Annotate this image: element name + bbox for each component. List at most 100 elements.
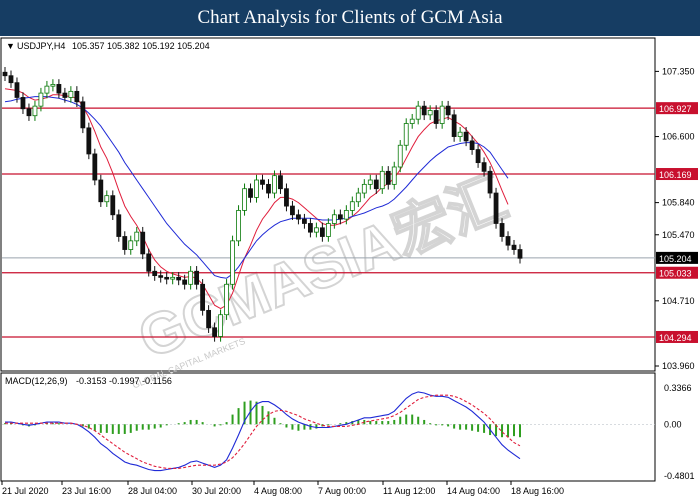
candle-28: [170, 276, 176, 280]
candle-15: [92, 153, 98, 181]
page-title: Chart Analysis for Clients of GCM Asia: [197, 7, 503, 28]
candle-66: [397, 144, 403, 168]
candle-19: [116, 214, 122, 237]
macd-tick-2: -0.4801: [664, 471, 695, 481]
candle-81: [487, 170, 493, 194]
candle-32: [194, 270, 200, 285]
candle-68: [409, 118, 415, 124]
candle-37: [224, 283, 229, 316]
candle-26: [158, 275, 164, 278]
macd-label: MACD(12,26,9): [5, 376, 68, 386]
candle-43: [260, 179, 265, 185]
candle-65: [391, 166, 397, 185]
candle-74: [445, 105, 451, 116]
candle-60: [361, 183, 367, 194]
symbol-label: USDJPY,H4: [17, 41, 65, 51]
candle-6: [38, 92, 44, 107]
candle-47: [284, 188, 289, 207]
candle-79: [475, 149, 481, 164]
time-tick-4: 4 Aug 08:00: [254, 486, 302, 496]
level-label-0: 106.927: [659, 104, 692, 114]
candle-73: [439, 105, 445, 124]
candle-35: [212, 327, 217, 337]
candle-44: [266, 183, 271, 194]
candle-25: [152, 270, 158, 277]
time-tick-7: 14 Aug 04:00: [447, 486, 500, 496]
level-label-3: 104.294: [659, 333, 692, 343]
candle-12: [74, 90, 80, 103]
candle-21: [128, 240, 134, 250]
candle-67: [403, 123, 409, 146]
price-tick-0: 107.350: [662, 66, 695, 76]
candle-56: [337, 214, 343, 220]
time-tick-2: 28 Jul 04:00: [128, 486, 177, 496]
candle-22: [134, 231, 140, 242]
candle-54: [325, 223, 331, 237]
time-tick-1: 23 Jul 16:00: [62, 486, 111, 496]
candle-17: [104, 195, 110, 203]
time-tick-0: 21 Jul 2020: [2, 486, 49, 496]
candle-48: [290, 205, 295, 216]
chart-svg: GCMASIA宏汇 GLOBAL CAPITAL MARKETS 106.927…: [0, 37, 698, 496]
candle-45: [272, 175, 277, 194]
time-tick-3: 30 Jul 20:00: [192, 486, 241, 496]
candle-10: [62, 92, 68, 98]
candle-55: [331, 214, 337, 224]
candle-69: [415, 105, 421, 120]
candle-86: [517, 249, 523, 259]
macd-values: -0.3153 -0.1997 -0.1156: [76, 376, 172, 386]
candle-78: [469, 140, 475, 150]
candle-8: [50, 84, 56, 87]
candle-46: [278, 175, 283, 190]
candle-9: [56, 84, 62, 94]
candle-4: [26, 108, 32, 117]
candle-13: [80, 101, 86, 129]
candle-83: [499, 223, 505, 237]
candle-58: [349, 201, 355, 211]
level-label-1: 106.169: [659, 170, 692, 180]
candle-77: [463, 131, 469, 142]
candle-80: [481, 162, 487, 172]
candle-61: [367, 179, 373, 185]
candle-71: [427, 110, 433, 116]
price-tick-4: 104.710: [662, 296, 695, 306]
symbol-marker-icon: ▼: [6, 41, 15, 51]
price-tick-3: 105.470: [662, 230, 695, 240]
ohlc-label: 105.357 105.382 105.192 105.204: [72, 41, 210, 51]
candle-41: [248, 188, 253, 198]
candle-11: [68, 90, 74, 98]
price-panel: [0, 37, 656, 372]
candle-2: [14, 82, 20, 98]
candle-3: [20, 97, 26, 110]
candle-29: [176, 276, 182, 281]
candle-82: [493, 192, 499, 224]
price-tick-5: 103.960: [662, 361, 695, 371]
candle-36: [218, 314, 223, 337]
candle-70: [421, 105, 427, 116]
time-tick-5: 7 Aug 00:00: [318, 486, 366, 496]
candle-53: [319, 227, 325, 237]
candle-31: [188, 270, 194, 285]
candle-40: [242, 188, 247, 211]
candle-30: [182, 279, 188, 285]
time-tick-6: 11 Aug 12:00: [383, 486, 435, 496]
price-tick-1: 106.600: [662, 132, 695, 142]
candle-84: [505, 236, 511, 246]
level-label-2: 105.033: [659, 269, 692, 279]
candle-16: [98, 179, 104, 203]
page: Chart Analysis for Clients of GCM Asia G…: [0, 0, 700, 500]
candle-33: [200, 283, 206, 311]
candle-42: [254, 179, 259, 198]
candle-75: [451, 114, 457, 137]
candle-24: [146, 253, 152, 272]
candle-7: [44, 85, 50, 94]
candle-0: [2, 71, 8, 77]
candle-27: [164, 276, 170, 280]
candle-64: [385, 170, 391, 185]
candle-49: [296, 214, 301, 220]
current-price-label: 105.204: [659, 254, 692, 264]
candle-39: [236, 210, 241, 242]
candle-51: [308, 223, 313, 233]
candle-20: [122, 236, 128, 250]
macd-tick-1: 0.00: [664, 419, 682, 429]
